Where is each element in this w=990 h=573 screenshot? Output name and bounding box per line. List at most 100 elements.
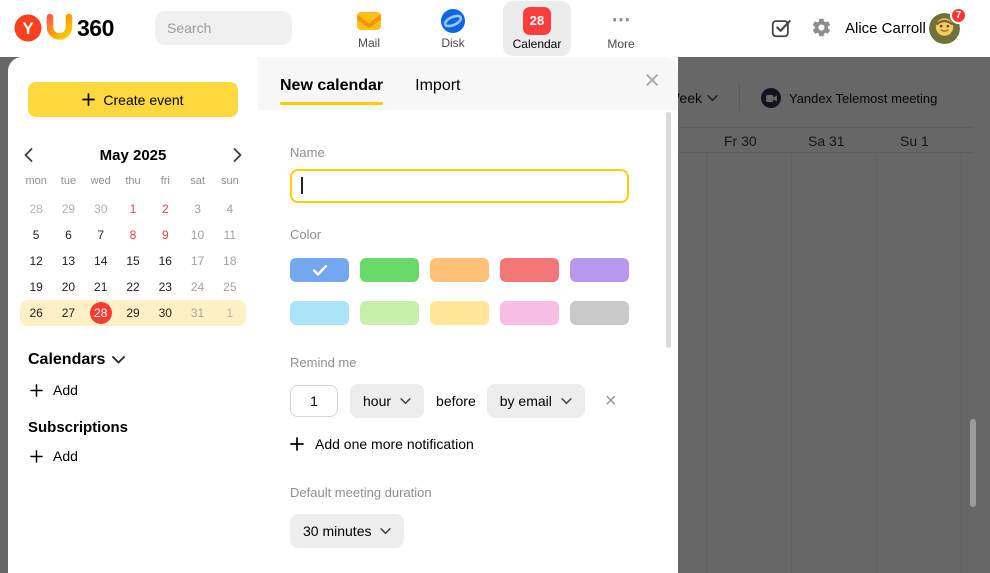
mini-calendar-day[interactable]: 13 (52, 248, 84, 274)
mini-calendar-day[interactable]: 24 (181, 274, 213, 300)
app-more[interactable]: ⋯ More (587, 1, 655, 56)
mini-calendar-day[interactable]: 30 (85, 196, 117, 222)
mini-calendar-day[interactable]: 11 (214, 222, 246, 248)
close-icon[interactable]: × (644, 67, 660, 94)
mini-calendar-day[interactable]: 17 (181, 248, 213, 274)
color-swatch[interactable] (570, 301, 629, 325)
create-event-label: Create event (103, 92, 183, 108)
search-input[interactable] (167, 20, 348, 36)
compose-check-icon[interactable] (770, 17, 792, 44)
yandex-360-logo[interactable]: Y 360 (14, 13, 114, 43)
search-box[interactable] (155, 11, 292, 45)
remove-reminder-icon[interactable]: × (605, 391, 617, 411)
add-subscription-button[interactable]: Add (30, 448, 78, 464)
color-swatch[interactable] (290, 301, 349, 325)
color-swatch[interactable] (360, 258, 419, 282)
next-month-chevron-icon[interactable] (233, 148, 242, 162)
mini-calendar-today[interactable]: 28 (90, 302, 112, 324)
app-disk-label: Disk (441, 36, 464, 50)
add-notification-button[interactable]: Add one more notification (290, 436, 474, 452)
mini-calendar-day[interactable]: 31 (181, 300, 213, 326)
dialog-header: New calendar Import × (258, 57, 678, 110)
color-swatch[interactable] (430, 301, 489, 325)
yandex-logo-icon: Y (14, 13, 74, 43)
mini-calendar-week: 12131415161718 (20, 248, 246, 274)
color-swatch[interactable] (570, 258, 629, 282)
mini-calendar-week: 2627 282930311 (20, 300, 246, 326)
plus-icon (290, 437, 304, 451)
add-calendar-button[interactable]: Add (30, 382, 78, 398)
dialog-tabs: New calendar Import (280, 77, 461, 95)
mini-calendar-day[interactable]: 12 (20, 248, 52, 274)
mini-calendar-week: 19202122232425 (20, 274, 246, 300)
reminder-value-input[interactable] (290, 385, 338, 417)
calendar-name-input[interactable] (290, 169, 629, 203)
mini-calendar-day[interactable]: 18 (214, 248, 246, 274)
plus-icon (30, 450, 43, 463)
color-swatch[interactable] (500, 258, 559, 282)
mini-calendar-day[interactable]: 1 (214, 300, 246, 326)
avatar[interactable]: 7 (929, 13, 960, 44)
mini-calendar-day[interactable]: 10 (181, 222, 213, 248)
mini-calendar-header: May 2025 (24, 145, 242, 165)
mini-calendar-day[interactable]: 8 (117, 222, 149, 248)
color-swatch[interactable] (430, 258, 489, 282)
mini-calendar-day[interactable]: 16 (149, 248, 181, 274)
calendars-section-toggle[interactable]: Calendars (28, 351, 125, 369)
app-more-label: More (607, 37, 634, 51)
mini-calendar-day[interactable]: 21 (85, 274, 117, 300)
gear-icon[interactable] (811, 17, 832, 43)
reminder-unit-dropdown[interactable]: hour (350, 384, 424, 418)
sidebar: Create event May 2025 montuewedthufrisat… (8, 57, 258, 573)
mini-calendar-day[interactable]: 26 (20, 300, 52, 326)
mini-calendar-day[interactable]: 2 (149, 196, 181, 222)
disk-icon (440, 8, 466, 34)
weekday-label: sat (181, 175, 213, 187)
mini-calendar-day[interactable]: 15 (117, 248, 149, 274)
mini-calendar-day[interactable]: 29 (117, 300, 149, 326)
page-scrollbar[interactable] (970, 419, 976, 507)
color-swatch[interactable] (360, 301, 419, 325)
mini-calendar-day[interactable]: 5 (20, 222, 52, 248)
mini-calendar-day[interactable]: 27 (52, 300, 84, 326)
reminder-channel-dropdown[interactable]: by email (487, 384, 585, 418)
create-event-button[interactable]: Create event (28, 82, 238, 117)
mini-calendar-day[interactable]: 14 (85, 248, 117, 274)
mini-calendar-title: May 2025 (100, 147, 167, 164)
subscriptions-label: Subscriptions (28, 419, 128, 436)
subscriptions-section: Subscriptions (28, 419, 128, 436)
mini-calendar-day[interactable]: 30 (149, 300, 181, 326)
app-calendar[interactable]: 28 Calendar (503, 1, 571, 56)
mini-calendar-day[interactable]: 29 (52, 196, 84, 222)
app-disk[interactable]: Disk (419, 1, 487, 56)
app-mail[interactable]: Mail (335, 1, 403, 56)
weekday-label: mon (20, 175, 52, 187)
mini-calendar-day[interactable]: 1 (117, 196, 149, 222)
mini-calendar-day[interactable]: 25 (214, 274, 246, 300)
mini-calendar-day[interactable]: 4 (214, 196, 246, 222)
mini-calendar-day[interactable]: 22 (117, 274, 149, 300)
mini-calendar-day[interactable]: 9 (149, 222, 181, 248)
color-swatch[interactable] (500, 301, 559, 325)
plus-icon (30, 384, 43, 397)
calendar-icon: 28 (523, 7, 551, 35)
duration-dropdown[interactable]: 30 minutes (290, 514, 404, 548)
app-mail-label: Mail (358, 36, 380, 50)
mini-calendar-day[interactable]: 23 (149, 274, 181, 300)
text-caret (301, 177, 303, 194)
mini-calendar-day[interactable]: 20 (52, 274, 84, 300)
user-name[interactable]: Alice Carroll (845, 0, 926, 57)
mini-calendar-day[interactable]: 28 (20, 196, 52, 222)
tab-import[interactable]: Import (415, 77, 460, 95)
prev-month-chevron-icon[interactable] (24, 148, 33, 162)
mini-calendar-day[interactable]: 6 (52, 222, 84, 248)
mini-calendar-day[interactable]: 7 (85, 222, 117, 248)
mini-calendar-day[interactable]: 3 (181, 196, 213, 222)
mini-calendar-day[interactable]: 19 (20, 274, 52, 300)
reminder-unit-value: hour (363, 393, 391, 409)
color-swatch-selected[interactable] (290, 258, 349, 282)
logo-360-text: 360 (77, 15, 114, 42)
tab-new-calendar[interactable]: New calendar (280, 77, 383, 95)
chevron-down-icon (112, 356, 125, 364)
modal-scrollbar[interactable] (666, 112, 671, 348)
